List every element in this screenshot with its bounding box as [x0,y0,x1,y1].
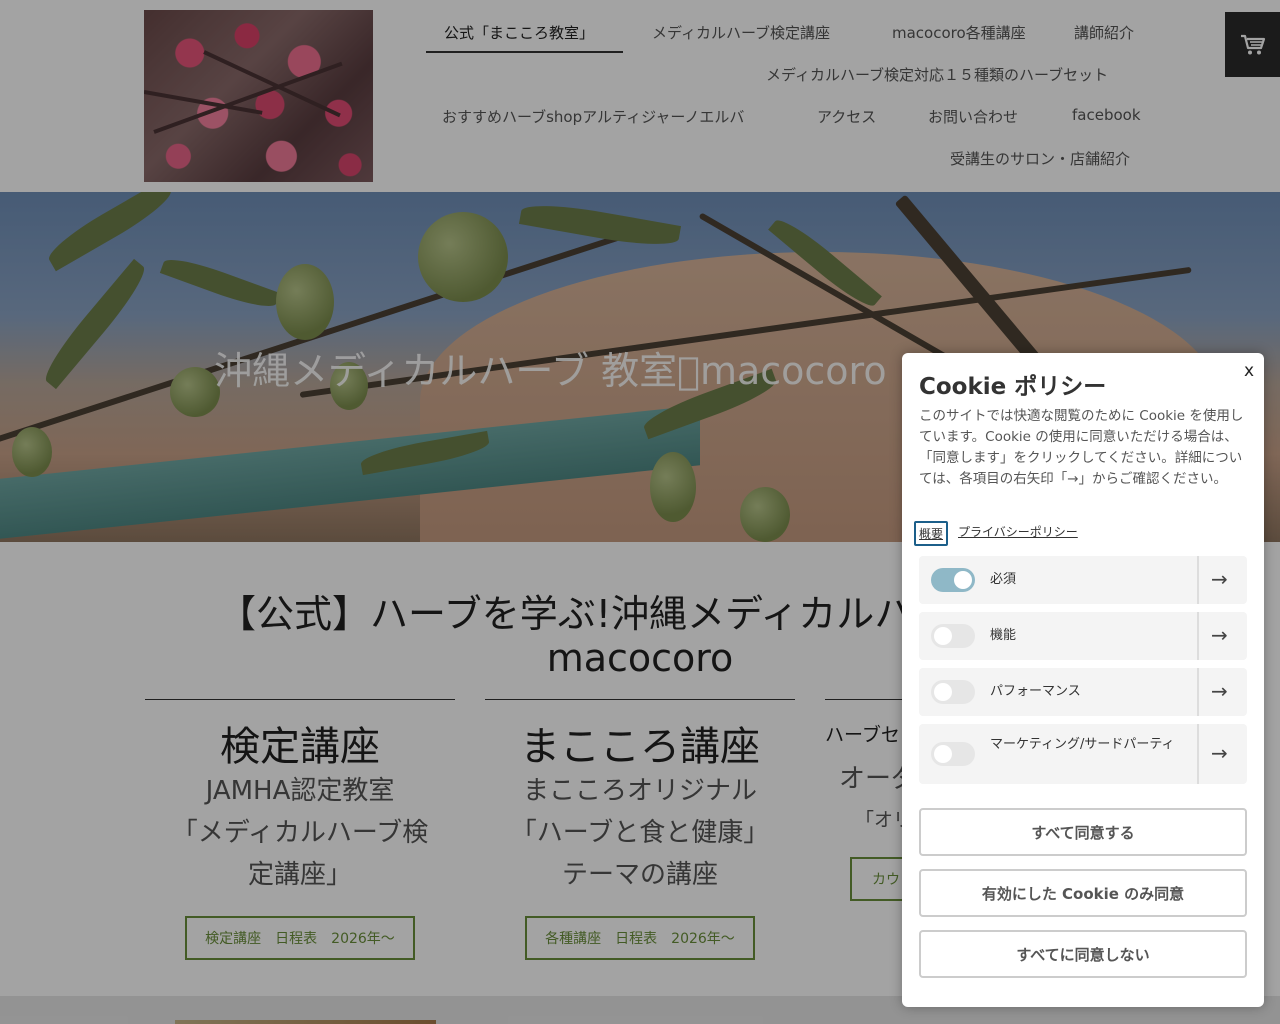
cookie-title: Cookie ポリシー [919,374,1107,400]
pref-label: マーケティング/サードパーティ [990,737,1175,752]
tab-privacy-policy[interactable]: プライバシーポリシー [958,523,1078,540]
arrow-right-icon[interactable]: → [1211,679,1228,703]
toggle-performance[interactable] [931,680,975,704]
pref-label: パフォーマンス [990,684,1081,699]
cookie-pref-marketing: マーケティング/サードパーティ → [919,724,1247,784]
close-icon[interactable]: x [1244,361,1254,381]
accept-all-button[interactable]: すべて同意する [919,808,1247,856]
cookie-pref-functional: 機能 → [919,612,1247,660]
toggle-required[interactable] [931,568,975,592]
cookie-pref-required: 必須 → [919,556,1247,604]
pref-label: 機能 [990,628,1017,643]
pref-label: 必須 [990,572,1017,587]
cookie-description: このサイトでは快適な閲覧のために Cookie を使用しています。Cookie … [919,408,1244,487]
tab-overview[interactable]: 概要 [914,521,949,546]
reject-all-button[interactable]: すべてに同意しない [919,930,1247,978]
toggle-marketing[interactable] [931,742,975,766]
accept-selected-button[interactable]: 有効にした Cookie のみ同意 [919,869,1247,917]
toggle-functional[interactable] [931,624,975,648]
arrow-right-icon[interactable]: → [1211,623,1228,647]
cookie-pref-performance: パフォーマンス → [919,668,1247,716]
arrow-right-icon[interactable]: → [1211,741,1228,765]
cookie-dialog: x Cookie ポリシー このサイトでは快適な閲覧のために Cookie を使… [902,353,1264,1007]
arrow-right-icon[interactable]: → [1211,567,1228,591]
